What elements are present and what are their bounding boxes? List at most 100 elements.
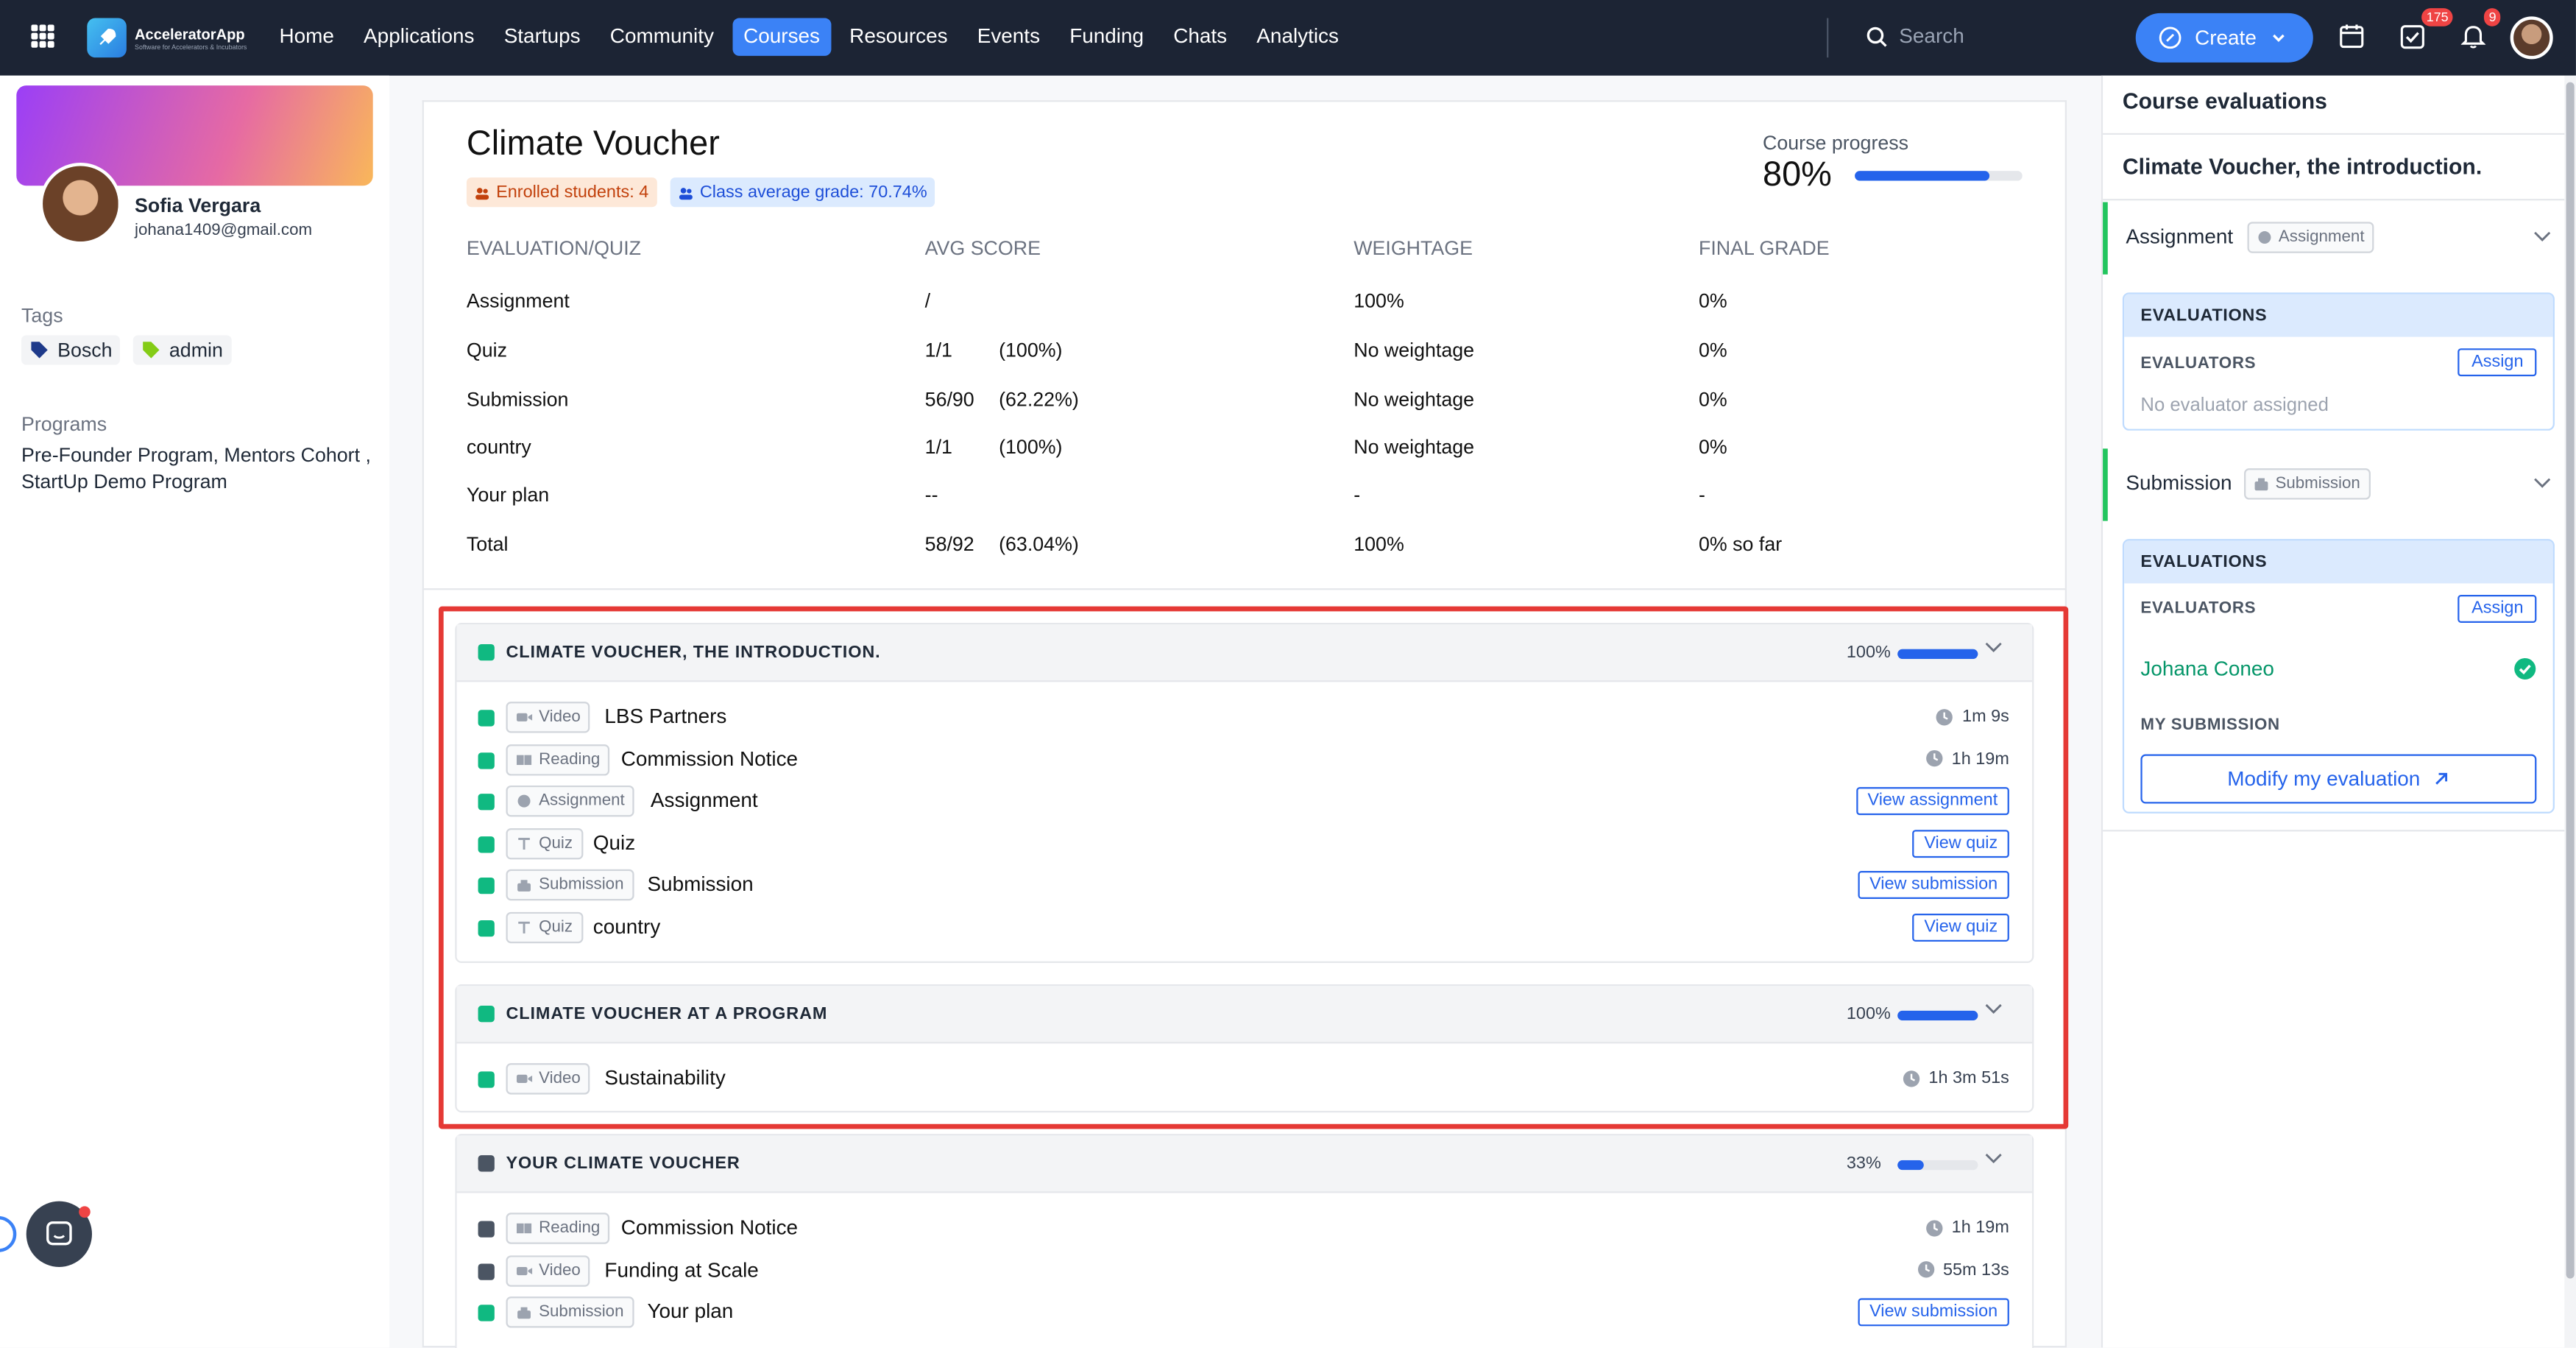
table-cell-pct: (63.04%) — [999, 532, 1079, 556]
view-submission-button[interactable]: View submission — [1858, 1298, 2009, 1327]
lesson-title: Funding at Scale — [604, 1257, 759, 1281]
table-cell-score: / — [924, 289, 931, 313]
table-cell-score: 1/1 — [924, 435, 952, 459]
video-icon — [516, 1266, 533, 1274]
divider — [2103, 199, 2565, 201]
nav-item-resources[interactable]: Resources — [838, 18, 960, 56]
top-nav: AcceleratorApp Software for Accelerators… — [0, 0, 2576, 76]
nav-item-events[interactable]: Events — [966, 18, 1052, 56]
chat-icon — [46, 1221, 72, 1246]
nav-menu: Home Applications Startups Community Courses… — [268, 18, 1357, 56]
evaluator-name[interactable]: Johana Coneo — [2140, 657, 2274, 680]
lesson-row[interactable]: Video Funding at Scale 55m 13s — [457, 1255, 2033, 1296]
table-cell-pct: (62.22%) — [999, 387, 1079, 412]
create-button[interactable]: Create — [2135, 13, 2313, 63]
table-header: FINAL GRADE — [1698, 236, 1830, 260]
assignment-evaluations-box: EVALUATIONS EVALUATORS Assign No evaluat… — [2122, 292, 2555, 431]
apps-grid-icon[interactable] — [31, 24, 54, 48]
table-cell-grade: 0% — [1698, 387, 1727, 412]
table-cell-pct: (100%) — [999, 338, 1063, 362]
tasks-icon[interactable] — [2400, 23, 2424, 49]
lesson-row[interactable]: Submission Your plan View submission — [457, 1296, 2033, 1338]
evaluators-label: EVALUATORS — [2140, 355, 2257, 373]
course-section: YOUR CLIMATE VOUCHER 33% Reading Commission… — [455, 1134, 2034, 1348]
evaluations-panel-title: Course evaluations — [2122, 88, 2327, 114]
table-cell-name: Total — [466, 532, 509, 556]
rocket-logo-icon — [87, 18, 127, 58]
check-circle-icon — [2514, 657, 2536, 680]
nav-item-applications[interactable]: Applications — [352, 18, 486, 56]
tags-label: Tags — [21, 303, 63, 328]
lesson-type-label: Submission — [539, 1303, 624, 1321]
students-icon — [475, 187, 489, 200]
table-header: AVG SCORE — [924, 236, 1041, 260]
bell-icon[interactable] — [2460, 23, 2486, 49]
table-cell-weight: 100% — [1354, 289, 1404, 313]
table-cell-grade: 0% so far — [1698, 532, 1783, 556]
table-cell-weight: No weightage — [1354, 338, 1475, 362]
search-input[interactable]: Search — [1866, 24, 1964, 48]
nav-item-chats[interactable]: Chats — [1162, 18, 1239, 56]
lesson-type-pill: Reading — [506, 1213, 610, 1244]
section-header[interactable]: YOUR CLIMATE VOUCHER 33% — [456, 1135, 2033, 1193]
table-cell-weight: 100% — [1354, 532, 1404, 556]
tag-label: Bosch — [57, 338, 113, 362]
course-progress-bar — [1855, 171, 2023, 181]
assignment-accordion[interactable]: Assignment Assignment — [2103, 202, 2564, 275]
lesson-status-square — [478, 1305, 495, 1321]
nav-divider — [1827, 18, 1829, 58]
nav-item-startups[interactable]: Startups — [492, 18, 592, 56]
search-icon — [1866, 26, 1887, 46]
table-cell-weight: No weightage — [1354, 435, 1475, 459]
enrolled-badge: Enrolled students: 4 — [466, 177, 657, 208]
programs-label: Programs — [21, 412, 107, 436]
table-cell-weight: - — [1354, 483, 1361, 507]
table-cell-grade: 0% — [1698, 435, 1727, 459]
submission-icon — [2254, 478, 2268, 491]
nav-item-analytics[interactable]: Analytics — [1245, 18, 1351, 56]
calendar-icon[interactable] — [2340, 23, 2364, 49]
lesson-type-pill: Submission — [506, 1296, 634, 1328]
course-progress-label: Course progress — [1763, 131, 1909, 155]
chevron-down-icon — [2534, 231, 2551, 241]
lesson-title: Commission Notice — [620, 1215, 799, 1240]
nav-item-community[interactable]: Community — [598, 18, 725, 56]
modify-evaluation-button[interactable]: Modify my evaluation — [2140, 754, 2537, 804]
table-cell-score: 58/92 — [924, 532, 974, 556]
modify-label: Modify my evaluation — [2227, 767, 2421, 791]
notifications-badge: 9 — [2483, 8, 2502, 27]
submission-accordion[interactable]: Submission Submission — [2103, 448, 2564, 521]
pill-label: Assignment — [2278, 228, 2365, 247]
table-cell-grade: 0% — [1698, 338, 1727, 362]
table-cell-name: country — [466, 435, 531, 459]
external-link-icon — [2435, 772, 2448, 785]
profile-avatar — [39, 162, 122, 245]
table-cell-grade: 0% — [1698, 289, 1727, 313]
tag-bosch[interactable]: Bosch — [21, 335, 121, 365]
user-avatar[interactable] — [2510, 16, 2553, 60]
nav-item-home[interactable]: Home — [268, 18, 346, 56]
nav-item-courses[interactable]: Courses — [732, 18, 832, 56]
tag-admin[interactable]: admin — [132, 335, 232, 365]
chat-unread-dot — [79, 1206, 91, 1218]
lesson-type-label: Video — [539, 1261, 581, 1280]
app-logo[interactable]: AcceleratorApp Software for Accelerators… — [87, 18, 247, 58]
my-submission-label: MY SUBMISSION — [2140, 716, 2280, 735]
assign-button[interactable]: Assign — [2458, 595, 2537, 623]
class-average-text: Class average grade: 70.74% — [699, 182, 927, 202]
table-cell-weight: No weightage — [1354, 387, 1475, 412]
scrollbar-thumb[interactable] — [2566, 82, 2575, 1279]
course-title: Climate Voucher — [466, 124, 720, 163]
table-header: EVALUATION/QUIZ — [466, 236, 642, 260]
lesson-row[interactable]: Reading Commission Notice 1h 19m — [457, 1213, 2033, 1254]
lesson-duration: 1h 19m — [1925, 1218, 2009, 1238]
assign-button[interactable]: Assign — [2458, 348, 2537, 377]
nav-item-funding[interactable]: Funding — [1058, 18, 1156, 56]
table-cell-grade: - — [1698, 483, 1705, 507]
submission-icon — [517, 1307, 531, 1319]
submission-evaluations-box: EVALUATIONS EVALUATORS Assign Johana Con… — [2122, 539, 2555, 814]
table-cell-score: 56/90 — [924, 387, 974, 412]
duration-text: 1h 19m — [1951, 1217, 2009, 1238]
section-status-square — [478, 1155, 495, 1172]
tag-icon — [143, 342, 160, 359]
